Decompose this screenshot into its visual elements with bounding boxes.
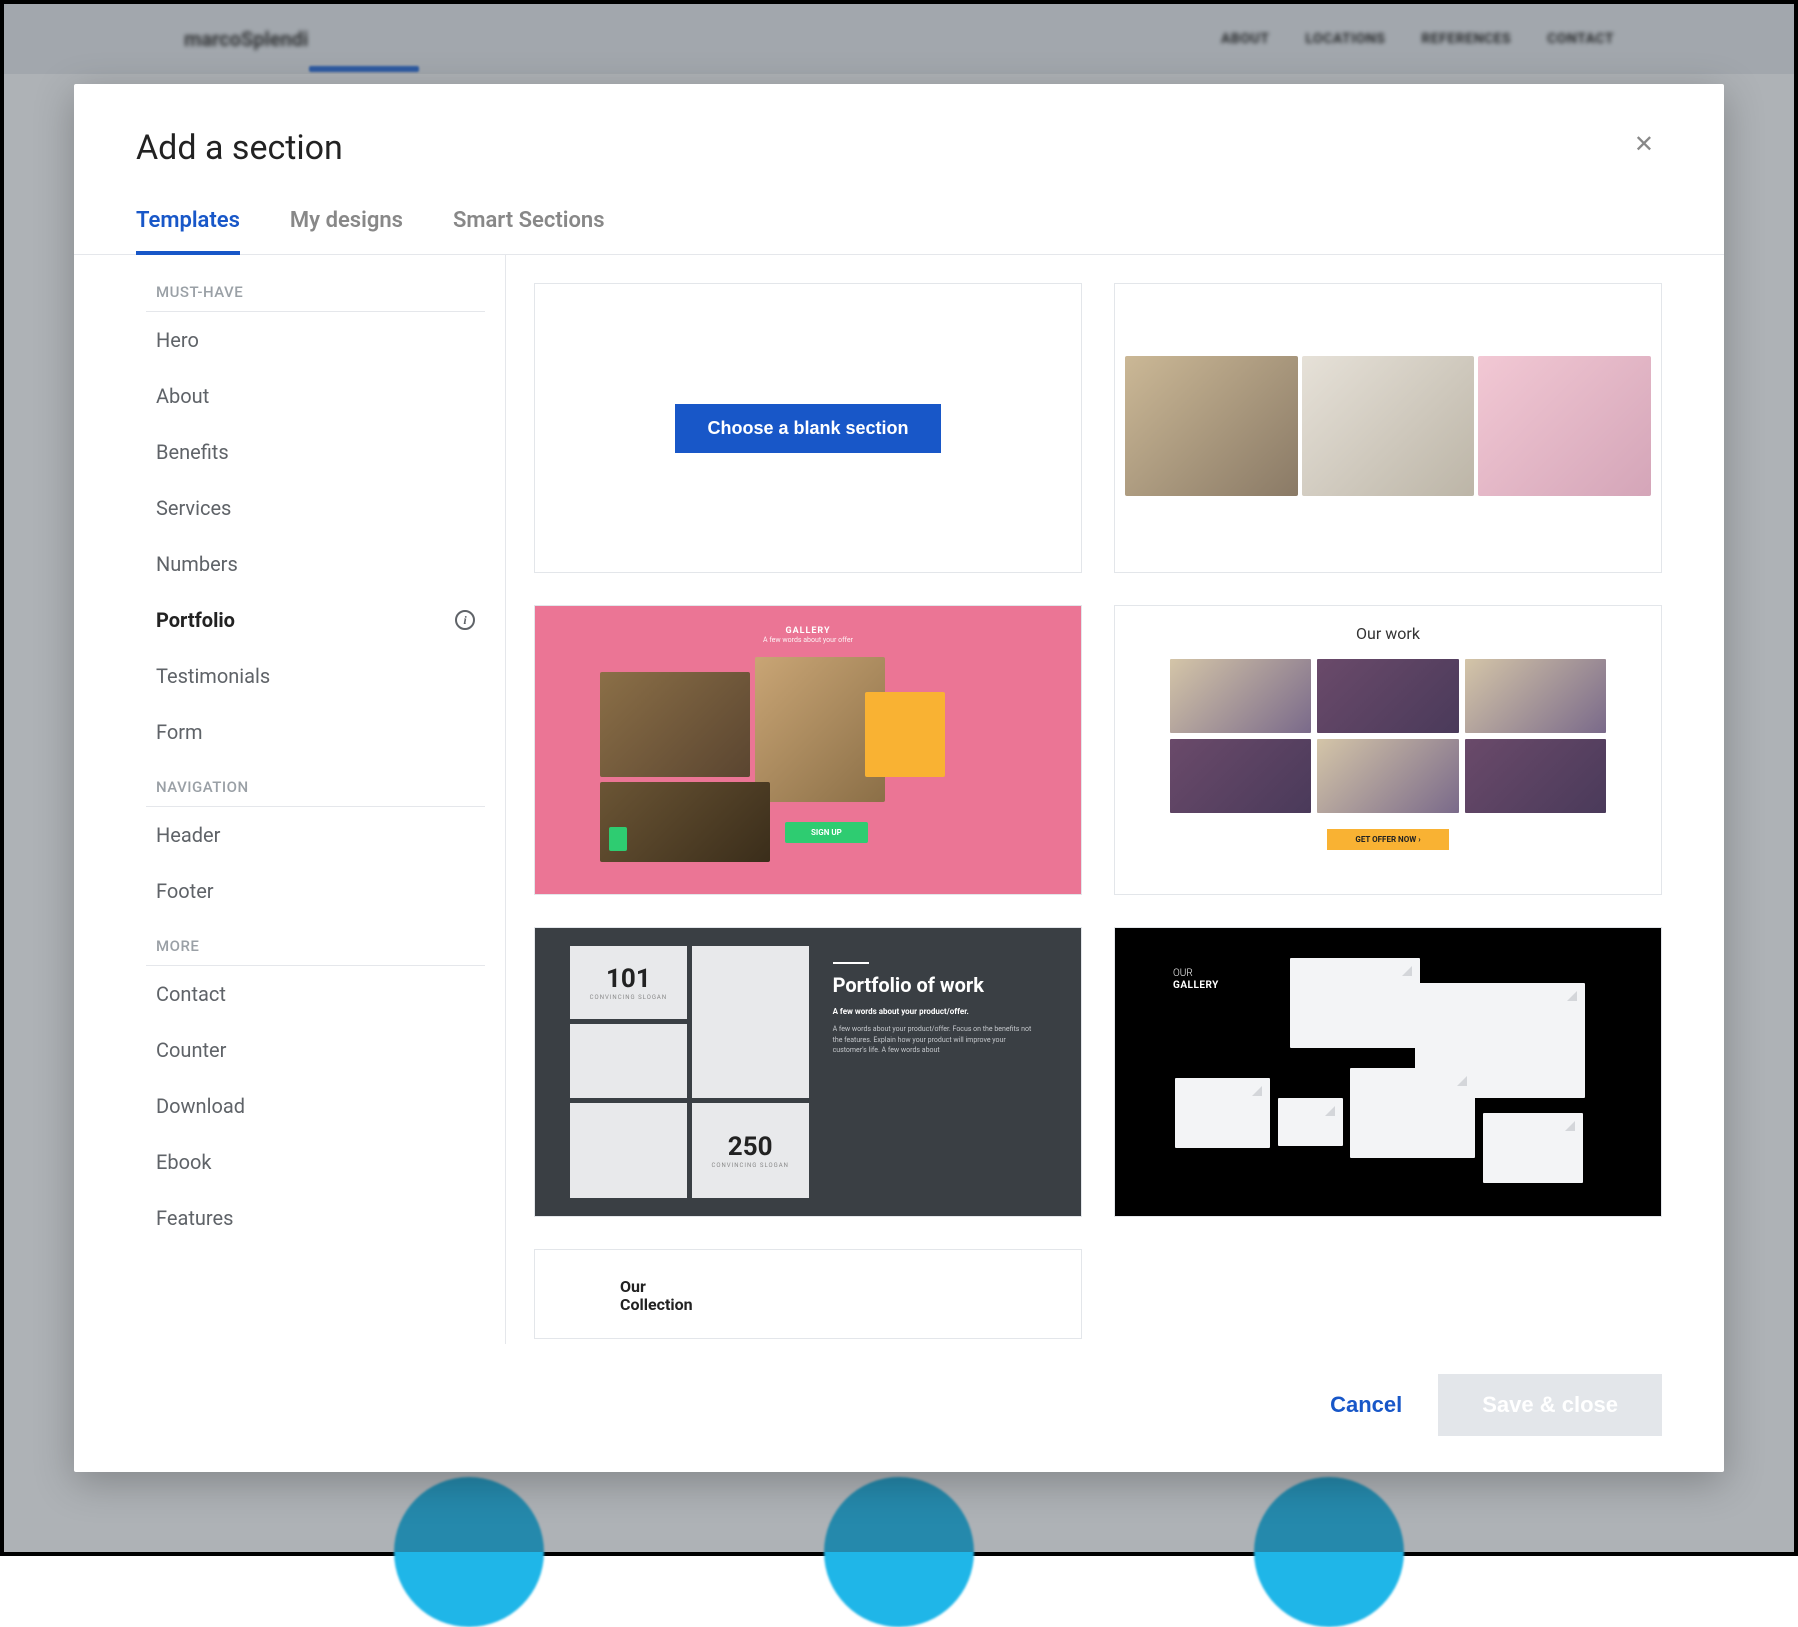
sidebar-item-counter[interactable]: Counter — [146, 1022, 485, 1078]
template-sub: A few words about your offer — [595, 636, 1021, 644]
sidebar-item-label: Footer — [156, 879, 214, 903]
close-icon[interactable]: ✕ — [1626, 128, 1662, 160]
signup-button: SIGN UP — [785, 822, 868, 843]
sidebar-item-label: Services — [156, 496, 231, 520]
group-more: MORE — [146, 919, 485, 966]
tabs: Templates My designs Smart Sections — [74, 168, 1724, 255]
sidebar-item-label: Portfolio — [156, 608, 235, 632]
photo-thumb — [1125, 356, 1298, 496]
info-icon[interactable]: i — [455, 610, 475, 630]
sidebar-item-ebook[interactable]: Ebook — [146, 1134, 485, 1190]
sidebar-item-services[interactable]: Services — [146, 480, 485, 536]
sidebar-item-label: Contact — [156, 982, 226, 1006]
template-label: GALLERY — [595, 626, 1021, 636]
stat-box: 101 CONVINCING SLOGAN — [570, 946, 687, 1019]
sidebar-item-label: Ebook — [156, 1150, 212, 1174]
template-our-work[interactable]: Our work GET OFFER NOW › — [1114, 605, 1662, 895]
tab-smart-sections[interactable]: Smart Sections — [453, 208, 605, 255]
template-label: OUR GALLERY — [1173, 968, 1219, 992]
photo-thumb — [570, 1103, 687, 1198]
stat-number: 250 — [728, 1132, 773, 1162]
stat-box: 250 CONVINCING SLOGAN — [692, 1103, 809, 1198]
sidebar-item-label: Hero — [156, 328, 199, 352]
template-pink-gallery[interactable]: GALLERY A few words about your offer SIG… — [534, 605, 1082, 895]
sidebar-item-label: Download — [156, 1094, 245, 1118]
offer-button: GET OFFER NOW › — [1327, 829, 1448, 850]
choose-blank-button[interactable]: Choose a blank section — [675, 404, 940, 453]
sidebar-item-label: Header — [156, 823, 220, 847]
label-line: Collection — [620, 1295, 693, 1314]
photo-thumb — [570, 1024, 687, 1097]
badge-icon — [609, 827, 627, 851]
cancel-button[interactable]: Cancel — [1330, 1392, 1402, 1418]
label-line: GALLERY — [1173, 980, 1219, 992]
divider — [833, 962, 869, 964]
photo-thumb — [1465, 659, 1606, 733]
template-sub: A few words about your product/offer. — [833, 1007, 1040, 1016]
template-label: Portfolio of work — [833, 974, 1040, 997]
photo-thumb — [1170, 659, 1311, 733]
accent-block — [865, 692, 945, 777]
group-navigation: NAVIGATION — [146, 760, 485, 807]
sidebar: MUST-HAVE Hero About Benefits Services N… — [136, 255, 506, 1344]
tab-templates[interactable]: Templates — [136, 208, 240, 255]
tab-my-designs[interactable]: My designs — [290, 208, 403, 255]
template-blank[interactable]: Choose a blank section — [534, 283, 1082, 573]
modal-overlay: Add a section ✕ Templates My designs Sma… — [4, 4, 1794, 1552]
sidebar-item-label: Counter — [156, 1038, 226, 1062]
sidebar-item-portfolio[interactable]: Portfolio i — [146, 592, 485, 648]
sidebar-item-label: About — [156, 384, 209, 408]
sidebar-item-features[interactable]: Features — [146, 1190, 485, 1246]
sidebar-item-footer[interactable]: Footer — [146, 863, 485, 919]
template-label: Our Collection — [620, 1278, 996, 1313]
sidebar-item-about[interactable]: About — [146, 368, 485, 424]
template-black-gallery[interactable]: OUR GALLERY — [1114, 927, 1662, 1217]
sidebar-item-numbers[interactable]: Numbers — [146, 536, 485, 592]
sidebar-item-label: Testimonials — [156, 664, 270, 688]
photo-thumb — [1175, 1078, 1270, 1148]
photo-thumb — [600, 672, 750, 777]
label-line: OUR — [1173, 968, 1219, 980]
photo-thumb — [1317, 739, 1458, 813]
photo-thumb — [1290, 958, 1420, 1048]
sidebar-item-label: Features — [156, 1206, 233, 1230]
group-must-have: MUST-HAVE — [146, 265, 485, 312]
sidebar-item-testimonials[interactable]: Testimonials — [146, 648, 485, 704]
photo-thumb — [1350, 1068, 1475, 1158]
sidebar-item-label: Numbers — [156, 552, 238, 576]
template-body: A few words about your product/offer. Fo… — [833, 1024, 1040, 1056]
photo-thumb — [1483, 1113, 1583, 1183]
template-three-photos[interactable] — [1114, 283, 1662, 573]
templates-content: Choose a blank section GALLERY A few wor… — [506, 255, 1662, 1344]
photo-thumb — [1317, 659, 1458, 733]
photo-thumb — [692, 946, 809, 1098]
photo-thumb — [1302, 356, 1475, 496]
template-our-collection[interactable]: Our Collection — [534, 1249, 1082, 1339]
sidebar-item-form[interactable]: Form — [146, 704, 485, 760]
sidebar-item-label: Benefits — [156, 440, 229, 464]
add-section-modal: Add a section ✕ Templates My designs Sma… — [74, 84, 1724, 1472]
stat-number: 101 — [606, 964, 651, 994]
modal-title: Add a section — [136, 128, 343, 168]
sidebar-item-contact[interactable]: Contact — [146, 966, 485, 1022]
sidebar-item-benefits[interactable]: Benefits — [146, 424, 485, 480]
photo-thumb — [1278, 1098, 1343, 1146]
save-close-button[interactable]: Save & close — [1438, 1374, 1662, 1436]
photo-thumb — [1170, 739, 1311, 813]
modal-footer: Cancel Save & close — [74, 1344, 1724, 1472]
stat-slogan: CONVINCING SLOGAN — [590, 994, 667, 1001]
label-line: Our — [620, 1277, 646, 1296]
sidebar-item-label: Form — [156, 720, 203, 744]
template-dark-portfolio[interactable]: 101 CONVINCING SLOGAN 250 CONVINCING SLO… — [534, 927, 1082, 1217]
template-label: Our work — [1170, 624, 1606, 643]
sidebar-item-hero[interactable]: Hero — [146, 312, 485, 368]
sidebar-item-header[interactable]: Header — [146, 807, 485, 863]
sidebar-item-download[interactable]: Download — [146, 1078, 485, 1134]
photo-thumb — [1465, 739, 1606, 813]
photo-thumb — [1478, 356, 1651, 496]
stat-slogan: CONVINCING SLOGAN — [711, 1162, 788, 1169]
